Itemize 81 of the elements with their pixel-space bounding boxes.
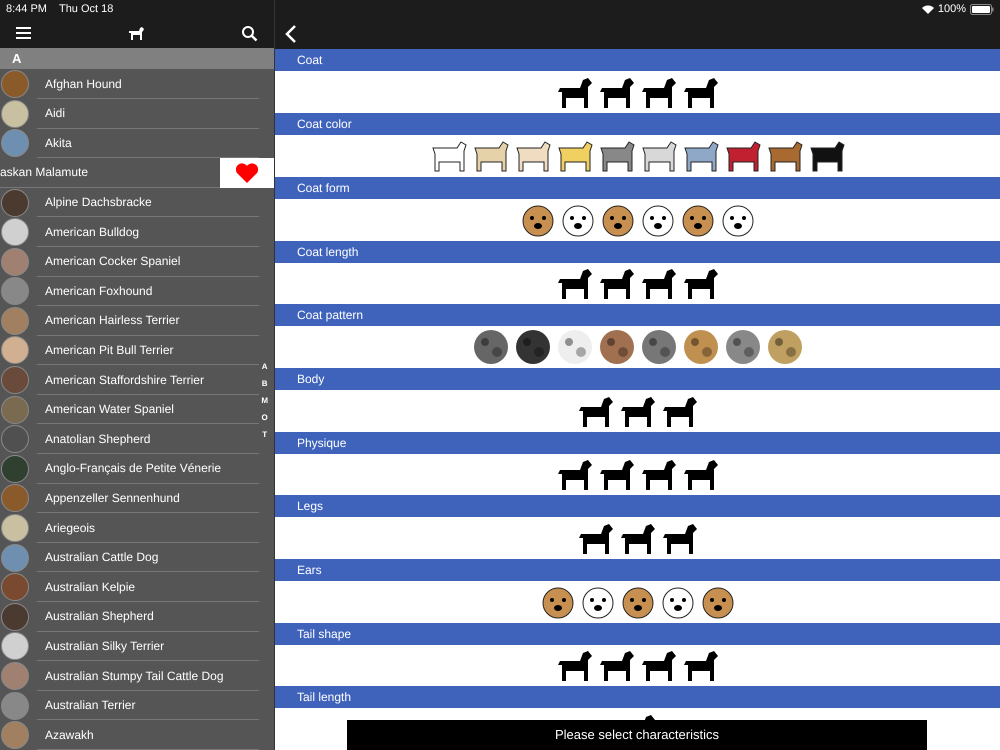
breed-name[interactable]: Australian Stumpy Tail Cattle Dog	[45, 666, 224, 685]
search-icon[interactable]	[241, 24, 258, 42]
dog-photo	[1, 366, 29, 394]
breed-name[interactable]: American Cocker Spaniel	[45, 252, 180, 270]
dog-photo	[1, 100, 29, 128]
section-title: Coat	[275, 49, 1000, 72]
fur-swatch-icon[interactable]	[682, 328, 720, 366]
breed-name[interactable]: American Hairless Terrier	[45, 311, 180, 330]
fur-swatch-icon[interactable]	[598, 328, 636, 366]
battery-percent: 100%	[938, 2, 966, 17]
dog-photo	[1, 277, 29, 306]
dog-photo	[1, 632, 29, 660]
section-title: Coat form	[275, 176, 1000, 199]
section-title: Coat color	[275, 113, 1000, 136]
dog-photo	[1, 573, 29, 602]
dog-icon[interactable]	[128, 26, 144, 41]
status-date: Thu Oct 18	[58, 2, 114, 17]
index-letter[interactable]: A	[262, 360, 268, 374]
section-title: Physique	[275, 432, 1000, 454]
wifi-icon	[922, 4, 934, 14]
battery-icon	[970, 4, 994, 14]
breed-name[interactable]: American Water Spaniel	[45, 400, 174, 418]
breed-name[interactable]: American Staffordshire Terrier	[45, 370, 204, 389]
dog-photo	[1, 248, 29, 276]
section-title: Tail length	[275, 686, 1000, 708]
favorite-button[interactable]	[220, 158, 274, 188]
index-letter[interactable]: B	[262, 377, 268, 391]
breed-name[interactable]: Australian Cattle Dog	[45, 548, 158, 566]
dog-photo	[1, 692, 29, 720]
section-title: Tail shape	[275, 622, 1000, 645]
fur-swatch-icon[interactable]	[724, 328, 762, 366]
menu-icon[interactable]	[16, 27, 31, 40]
breed-name[interactable]: Ariegeois	[45, 518, 96, 537]
dog-photo	[1, 484, 29, 512]
breed-name[interactable]: Anglo-Français de Petite Vénerie	[45, 459, 222, 478]
status-time: 8:44 PM	[6, 2, 47, 17]
fur-swatch-icon[interactable]	[514, 328, 552, 366]
breed-name[interactable]: American Bulldog	[45, 222, 140, 241]
breed-name[interactable]: Australian Terrier	[45, 696, 136, 714]
dog-photo	[1, 70, 29, 98]
fur-swatch-icon[interactable]	[472, 328, 510, 366]
dog-photo	[1, 129, 29, 158]
breed-name[interactable]: American Foxhound	[45, 282, 152, 300]
fur-swatch-icon[interactable]	[556, 328, 594, 366]
dog-photo	[1, 514, 29, 542]
index-letter[interactable]: O	[262, 411, 268, 425]
breed-name[interactable]: Appenzeller Sennenhund	[45, 488, 180, 507]
dog-photo	[1, 218, 29, 246]
dog-photo	[1, 336, 29, 364]
section-title: Ears	[275, 558, 1000, 581]
dog-photo	[1, 721, 29, 750]
dog-photo	[1, 454, 29, 483]
breed-name[interactable]: Azawakh	[45, 726, 94, 744]
index-letter[interactable]: T	[262, 428, 268, 442]
heart-icon	[235, 162, 259, 183]
breed-name[interactable]: Australian Silky Terrier	[45, 636, 164, 655]
section-title: Coat length	[275, 240, 1000, 262]
section-title: Legs	[275, 495, 1000, 518]
breed-name[interactable]: Australian Kelpie	[45, 578, 136, 596]
message-toast: Please select characteristics	[347, 720, 927, 750]
back-icon[interactable]	[285, 24, 297, 43]
section-title: Body	[275, 368, 1000, 390]
breed-name[interactable]: Akita	[45, 134, 72, 152]
fur-swatch-icon[interactable]	[766, 328, 804, 366]
section-title: Coat pattern	[275, 304, 1000, 326]
index-letter[interactable]: M	[261, 394, 268, 408]
dog-photo	[1, 306, 29, 335]
breed-name[interactable]: American Pit Bull Terrier	[45, 340, 174, 359]
dog-photo	[1, 544, 29, 572]
dog-photo	[1, 396, 29, 424]
dog-photo	[1, 602, 29, 631]
breed-name[interactable]: Anatolian Shepherd	[45, 430, 150, 448]
breed-name[interactable]: Alpine Dachsbracke	[45, 193, 152, 212]
fur-swatch-icon[interactable]	[640, 328, 678, 366]
breed-name[interactable]: askan Malamute	[0, 163, 88, 182]
section-header: A	[0, 48, 274, 70]
breed-name[interactable]: Australian Shepherd	[45, 607, 154, 626]
breed-name[interactable]: Aidi	[45, 104, 66, 122]
dog-photo	[1, 662, 29, 690]
dog-photo	[1, 188, 29, 217]
breed-name[interactable]: Afghan Hound	[45, 74, 122, 93]
